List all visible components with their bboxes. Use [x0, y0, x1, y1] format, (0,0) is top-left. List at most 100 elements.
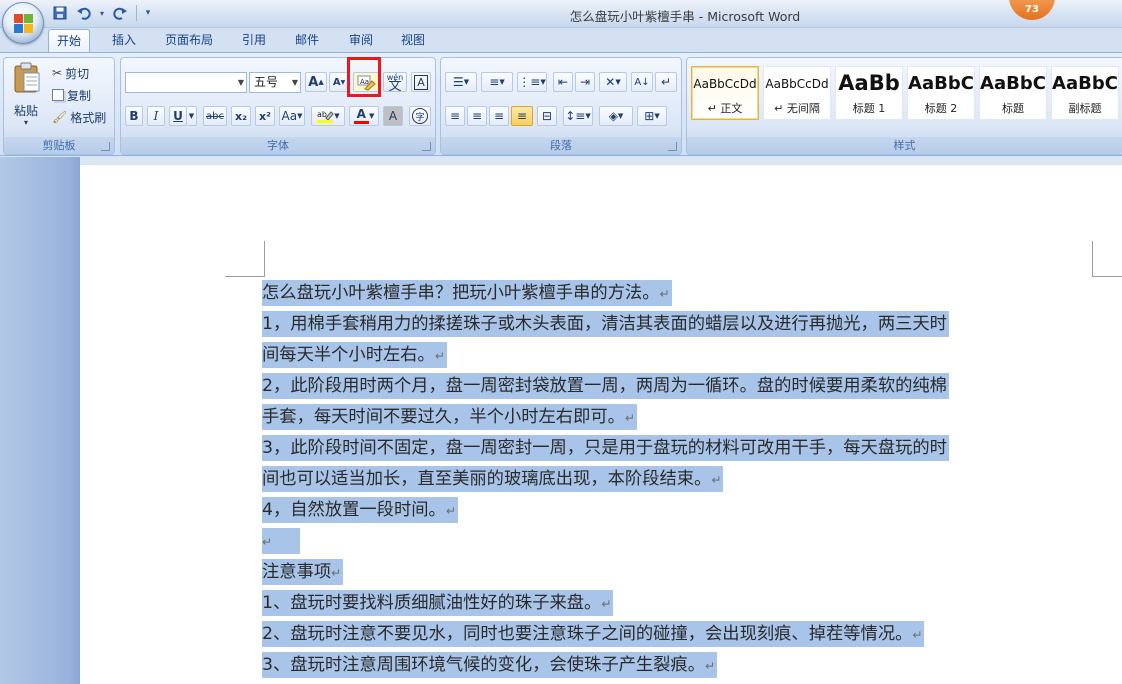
shading-button[interactable]: ◈ ▼ — [599, 106, 633, 126]
tab-mailings[interactable]: 邮件 — [287, 29, 327, 52]
tab-references[interactable]: 引用 — [234, 29, 274, 52]
doc-line[interactable]: 2、盘玩时注意不要见水，同时也要注意珠子之间的碰撞，会出现刻痕、掉茬等情况。↵ — [262, 621, 925, 647]
tab-home[interactable]: 开始 — [48, 29, 91, 52]
doc-line-heading[interactable]: 注意事项↵ — [262, 559, 344, 585]
paragraph-mark-icon: ↵ — [331, 566, 342, 580]
chinese-layout-button[interactable]: ✕ ▼ — [599, 72, 627, 92]
tab-insert[interactable]: 插入 — [104, 29, 144, 52]
doc-line[interactable]: 3、盘玩时注意周围环境气候的变化，会使珠子产生裂痕。↵ — [262, 652, 718, 678]
doc-line-title[interactable]: 怎么盘玩小叶紫檀手串？把玩小叶紫檀手串的方法。↵ — [262, 280, 672, 306]
style-heading-1-name: 标题 1 — [852, 102, 886, 115]
text-highlight-button[interactable]: ab ▼ — [311, 106, 345, 126]
tab-page-layout[interactable]: 页面布局 — [157, 29, 221, 52]
style-subtitle-sample: AaBbC — [1052, 73, 1118, 94]
font-size-dropdown-icon[interactable]: ▼ — [292, 73, 298, 92]
style-heading-2[interactable]: AaBbC 标题 2 — [907, 66, 975, 120]
highlighter-icon: ab — [317, 110, 334, 123]
line-spacing-button[interactable]: ↕≡ ▼ — [563, 106, 593, 126]
doc-line-text: 间每天半个小时左右。 — [262, 345, 435, 365]
font-launcher-icon[interactable] — [422, 142, 431, 151]
change-case-button[interactable]: Aa ▼ — [279, 106, 305, 126]
format-painter-icon: 🖌 — [52, 110, 68, 124]
style-no-spacing[interactable]: AaBbCcDd ↵ 无间隔 — [763, 66, 831, 120]
underline-button[interactable]: U — [169, 106, 187, 126]
justify-button[interactable]: ≡ — [511, 106, 533, 126]
format-painter-button[interactable]: 🖌 格式刷 — [52, 108, 106, 126]
numbering-button[interactable]: ≡ ▼ — [481, 72, 513, 92]
distributed-icon: ⊟ — [541, 109, 553, 123]
strikethrough-button[interactable]: abc — [203, 106, 227, 126]
doc-line-empty[interactable]: ↵ — [262, 528, 300, 554]
shrink-font-button[interactable]: A ▼ — [329, 72, 349, 92]
doc-line[interactable]: 1，用棉手套稍用力的揉搓珠子或木头表面，清洁其表面的蜡层以及进行再抛光，两三天时 — [262, 311, 949, 337]
distributed-button[interactable]: ⊟ — [537, 106, 557, 126]
grow-font-button[interactable]: A ▲ — [305, 72, 327, 92]
doc-line[interactable]: 间也可以适当加长，直至美丽的玻璃底出现，本阶段结束。↵ — [262, 466, 724, 492]
chinese-layout-icon: ✕ — [605, 75, 616, 89]
style-heading-1[interactable]: AaBb 标题 1 — [835, 66, 903, 120]
doc-line-text: 2，此阶段用时两个月，盘一周密封袋放置一周，两周为一循环。盘的时候要用柔软的纯棉 — [262, 376, 947, 396]
style-title[interactable]: AaBbC 标题 — [979, 66, 1047, 120]
doc-line[interactable]: 间每天半个小时左右。↵ — [262, 342, 447, 368]
subscript-button[interactable]: x₂ — [231, 106, 251, 126]
paint-bucket-icon: ◈ — [608, 109, 618, 123]
grow-font-icon: A — [308, 74, 319, 90]
document-background — [0, 157, 80, 684]
crop-mark-top-right — [1092, 241, 1122, 277]
enclose-characters-button[interactable]: 字 — [409, 106, 431, 126]
doc-line-text: 3，此阶段时间不固定，盘一周密封一周，只是用于盘玩的材料可改用干手，每天盘玩的时 — [262, 438, 947, 458]
decrease-indent-button[interactable]: ⇤ — [553, 72, 573, 92]
bullets-icon: ☰ — [452, 75, 464, 89]
cut-label: 剪切 — [65, 66, 90, 81]
bullets-button[interactable]: ☰ ▼ — [445, 72, 477, 92]
font-name-combo[interactable]: ▼ — [125, 72, 247, 93]
cut-button[interactable]: ✂ 剪切 — [52, 64, 89, 82]
change-case-label: Aa — [281, 109, 298, 123]
paragraph-mark-icon: ↵ — [262, 535, 273, 549]
tab-view[interactable]: 视图 — [393, 29, 433, 52]
copy-button[interactable]: 复制 — [52, 86, 91, 104]
doc-line[interactable]: 3，此阶段时间不固定，盘一周密封一周，只是用于盘玩的材料可改用干手，每天盘玩的时 — [262, 435, 949, 461]
font-name-dropdown-icon[interactable]: ▼ — [238, 73, 244, 92]
increase-indent-button[interactable]: ⇥ — [575, 72, 595, 92]
doc-line[interactable]: 4，自然放置一段时间。↵ — [262, 497, 458, 523]
character-shading-button[interactable]: A — [383, 106, 403, 126]
doc-line[interactable]: 1、盘玩时要找料质细腻油性好的珠子来盘。↵ — [262, 590, 614, 616]
paste-button[interactable]: 粘贴 ▾ — [10, 62, 44, 127]
font-color-button[interactable]: A ▼ — [349, 106, 379, 126]
align-center-icon: ≡ — [471, 109, 483, 123]
paste-dropdown-icon[interactable]: ▾ — [24, 118, 28, 127]
paragraph-mark-icon: ↵ — [711, 473, 722, 487]
clipboard-launcher-icon[interactable] — [101, 142, 110, 151]
style-normal[interactable]: AaBbCcDd ↵ 正文 — [691, 66, 759, 120]
multilevel-list-button[interactable]: ⋮≡ ▼ — [517, 72, 547, 92]
italic-button[interactable]: I — [147, 106, 165, 126]
doc-line-text: 1、盘玩时要找料质细腻油性好的珠子来盘。 — [262, 593, 602, 613]
tab-review[interactable]: 审阅 — [341, 29, 381, 52]
doc-line[interactable]: 手套，每天时间不要过久，半个小时左右即可。↵ — [262, 404, 637, 430]
phonetic-guide-button[interactable]: wén 文 — [383, 72, 407, 94]
office-button[interactable] — [2, 2, 44, 44]
borders-button[interactable]: ⊞ ▼ — [637, 106, 667, 126]
bold-button[interactable]: B — [125, 106, 143, 126]
align-left-icon: ≡ — [449, 109, 461, 123]
show-marks-button[interactable]: ↵ — [655, 72, 677, 92]
paragraph-launcher-icon[interactable] — [668, 142, 677, 151]
character-border-button[interactable]: A — [411, 72, 431, 92]
paragraph-mark-icon: ↵ — [624, 411, 635, 425]
style-title-sample: AaBbC — [980, 73, 1046, 94]
style-subtitle[interactable]: AaBbC 副标题 — [1051, 66, 1119, 120]
font-size-combo[interactable]: 五号 ▼ — [249, 72, 301, 93]
sort-button[interactable]: A↓ — [631, 72, 653, 92]
align-left-button[interactable]: ≡ — [445, 106, 465, 126]
underline-dropdown-icon[interactable]: ▼ — [187, 106, 197, 126]
doc-line[interactable]: 2，此阶段用时两个月，盘一周密封袋放置一周，两周为一循环。盘的时候要用柔软的纯棉 — [262, 373, 949, 399]
align-right-button[interactable]: ≡ — [489, 106, 509, 126]
justify-icon: ≡ — [516, 109, 528, 123]
phonetic-guide-icon: 文 — [388, 79, 402, 94]
font-size-value: 五号 — [254, 75, 279, 89]
decrease-indent-icon: ⇤ — [557, 75, 569, 89]
superscript-button[interactable]: x² — [255, 106, 275, 126]
align-center-button[interactable]: ≡ — [467, 106, 487, 126]
shrink-font-icon: A — [332, 76, 341, 88]
